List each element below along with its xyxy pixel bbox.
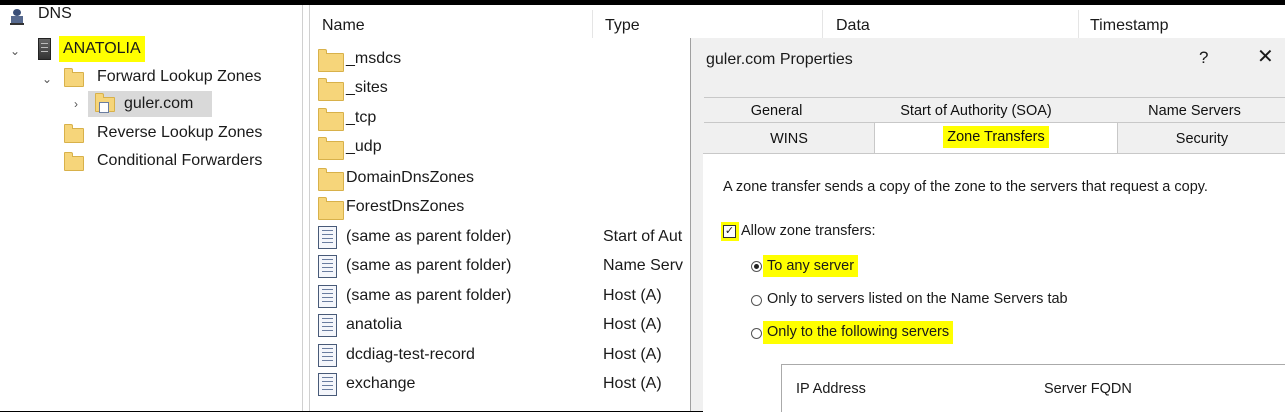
record-icon [318, 314, 337, 337]
column-header-timestamp[interactable]: Timestamp [1090, 17, 1169, 35]
column-separator[interactable] [592, 10, 593, 38]
list-item-name: anatolia [346, 316, 403, 333]
column-header-type[interactable]: Type [605, 17, 640, 35]
folder-icon [318, 78, 344, 101]
radio-selected-icon [751, 261, 762, 272]
allow-zone-transfers-checkbox[interactable]: ✓ Allow zone transfers: [721, 221, 901, 243]
tree-label-reverse: Reverse Lookup Zones [97, 124, 263, 141]
list-item-name: DomainDnsZones [346, 169, 475, 186]
tree-node-forward-lookup-zones[interactable]: ⌄ Forward Lookup Zones [0, 64, 300, 90]
list-item-name: dcdiag-test-record [346, 346, 475, 363]
record-icon [318, 344, 337, 367]
list-item-name: _tcp [346, 109, 377, 126]
list-item-type: Host (A) [603, 346, 662, 363]
zone-transfer-description: A zone transfer sends a copy of the zone… [723, 179, 1208, 195]
list-item-name: (same as parent folder) [346, 287, 512, 304]
chevron-down-icon[interactable]: ⌄ [42, 66, 52, 92]
list-item-type: Host (A) [603, 287, 662, 304]
tab-zone-transfers[interactable]: Zone Transfers [874, 122, 1118, 154]
tree-label-server: ANATOLIA [59, 36, 145, 62]
record-icon [318, 226, 337, 249]
tree-label-conditional: Conditional Forwarders [97, 152, 263, 169]
option-name-servers-tab[interactable]: Only to servers listed on the Name Serve… [741, 288, 1121, 312]
tree-node-reverse-lookup-zones[interactable]: Reverse Lookup Zones [0, 120, 300, 146]
list-item-type: Host (A) [603, 375, 662, 392]
folder-icon [64, 68, 84, 87]
tree-node-conditional-forwarders[interactable]: Conditional Forwarders [0, 148, 300, 174]
list-item-name: ForestDnsZones [346, 198, 465, 215]
column-header-ip-address[interactable]: IP Address [796, 381, 866, 397]
chevron-right-icon[interactable]: › [74, 91, 78, 117]
option-any-server-label: To any server [763, 255, 859, 277]
option-following-servers-label: Only to the following servers [763, 321, 954, 344]
folder-icon [318, 168, 344, 191]
tab-soa[interactable]: Start of Authority (SOA) [849, 99, 1103, 123]
tab-general[interactable]: General [704, 99, 849, 123]
folder-icon [318, 108, 344, 131]
folder-icon [64, 124, 84, 143]
close-button[interactable]: ✕ [1257, 44, 1274, 69]
dns-icon [10, 9, 24, 25]
list-item-name: (same as parent folder) [346, 257, 512, 274]
folder-icon [318, 197, 344, 220]
server-table[interactable]: IP Address Server FQDN [781, 364, 1285, 412]
tree-label-forward: Forward Lookup Zones [97, 68, 262, 85]
column-header-data[interactable]: Data [836, 17, 870, 35]
option-name-servers-label: Only to servers listed on the Name Serve… [767, 291, 1068, 307]
list-item-name: (same as parent folder) [346, 228, 512, 245]
help-button[interactable]: ? [1199, 48, 1208, 68]
tree-label-zone: guler.com [124, 95, 194, 112]
option-any-server[interactable]: To any server [741, 254, 891, 278]
properties-dialog: guler.com Properties ? ✕ General Start o… [690, 38, 1285, 412]
zone-doc-icon [99, 102, 109, 113]
tab-name-servers[interactable]: Name Servers [1103, 99, 1285, 123]
tree-node-server[interactable]: ⌄ ANATOLIA [0, 36, 300, 62]
tree-label-dns: DNS [38, 5, 72, 22]
list-item-type: Name Serv [603, 257, 684, 274]
tab-zone-transfers-label: Zone Transfers [943, 126, 1049, 148]
radio-icon [751, 328, 762, 339]
chevron-down-icon[interactable]: ⌄ [10, 38, 20, 64]
list-item-name: _udp [346, 138, 382, 155]
allow-zone-transfers-label: Allow zone transfers: [741, 223, 876, 239]
folder-icon [64, 152, 84, 171]
pane-splitter[interactable] [302, 5, 310, 411]
radio-icon [751, 295, 762, 306]
dialog-title: guler.com Properties [706, 51, 853, 68]
list-item-name: exchange [346, 375, 416, 392]
tab-wins[interactable]: WINS [704, 127, 874, 151]
column-separator[interactable] [1078, 10, 1079, 38]
record-icon [318, 255, 337, 278]
folder-icon [318, 137, 344, 160]
tab-border [704, 97, 1285, 98]
server-icon [38, 38, 51, 60]
list-item-type: Start of Aut [603, 228, 683, 245]
tree-node-zone[interactable]: › guler.com [0, 91, 300, 117]
list-item-name: _msdcs [346, 50, 402, 67]
console-tree: DNS ⌄ ANATOLIA ⌄ Forward Lookup Zones › … [0, 5, 302, 411]
list-item-type: Host (A) [603, 316, 662, 333]
list-item-name: _sites [346, 79, 388, 96]
zone-transfers-panel: A zone transfer sends a copy of the zone… [703, 153, 1285, 412]
checkbox-check-icon: ✓ [723, 225, 736, 238]
tab-security[interactable]: Security [1118, 127, 1285, 151]
folder-icon [318, 49, 344, 72]
option-following-servers[interactable]: Only to the following servers [741, 319, 1041, 345]
column-separator[interactable] [822, 10, 823, 38]
record-icon [318, 373, 337, 396]
record-icon [318, 285, 337, 308]
column-header-server-fqdn[interactable]: Server FQDN [1044, 381, 1132, 397]
column-header-name[interactable]: Name [322, 17, 365, 35]
